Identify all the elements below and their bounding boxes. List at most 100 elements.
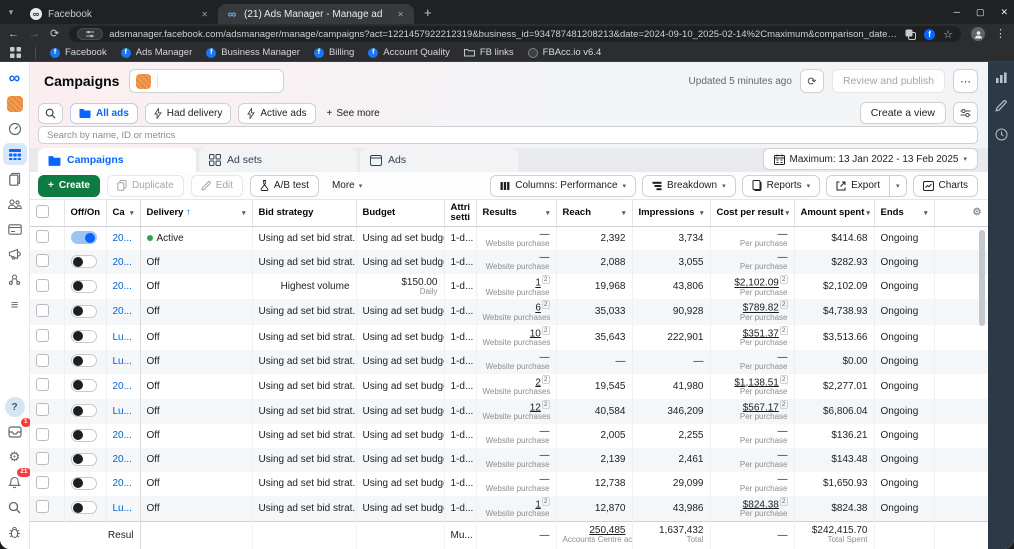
meta-logo[interactable]: ∞ [3, 68, 27, 90]
row-checkbox[interactable] [36, 254, 49, 268]
tab-ad-sets[interactable]: Ad sets [199, 148, 357, 172]
bookmark-star-icon[interactable]: ☆ [943, 28, 953, 41]
forward-button[interactable]: → [29, 28, 40, 40]
campaign-name-link[interactable]: 20... [113, 478, 132, 489]
columns-button[interactable]: Columns: Performance ▾ [490, 174, 637, 197]
campaign-name-link[interactable]: Lu... [113, 503, 132, 514]
col-ends[interactable]: Ends ▾ [874, 200, 935, 227]
col-reach[interactable]: Reach ▾ [556, 200, 633, 227]
metric-link[interactable]: $2,102.09 [734, 278, 779, 289]
campaign-name-link[interactable]: Lu... [113, 356, 132, 367]
campaign-name-link[interactable]: 20... [113, 257, 132, 268]
col-delivery[interactable]: Delivery ↑ ▾ [140, 200, 253, 227]
reload-button[interactable]: ⟳ [50, 28, 59, 40]
view-settings-button[interactable] [953, 102, 978, 124]
campaign-name-link[interactable]: 20... [113, 233, 132, 244]
bookmark-business-manager[interactable]: f Business Manager [206, 47, 300, 58]
close-button[interactable]: ✕ [1000, 7, 1008, 18]
minimize-button[interactable]: ─ [954, 7, 960, 17]
sidebar-item-inbox[interactable]: 1 [3, 418, 31, 443]
campaign-toggle[interactable] [70, 354, 97, 368]
campaign-toggle[interactable] [70, 279, 97, 293]
row-checkbox[interactable] [36, 329, 49, 343]
more-button[interactable]: More ▾ [326, 180, 368, 191]
tab-ads[interactable]: Ads [360, 148, 518, 172]
tab-search-chevron-icon[interactable]: ▾ [0, 7, 22, 24]
facebook-extension-icon[interactable]: f [924, 28, 936, 40]
account-avatar[interactable] [3, 93, 27, 115]
filter-chip-active-ads[interactable]: Active ads [238, 102, 316, 124]
campaign-toggle[interactable] [70, 428, 97, 442]
row-checkbox[interactable] [36, 403, 49, 417]
row-checkbox[interactable] [36, 303, 49, 317]
sidebar-item-notifications[interactable]: 21 [3, 468, 31, 493]
address-bar[interactable]: adsmanager.facebook.com/adsmanager/manag… [69, 26, 961, 42]
row-checkbox[interactable] [36, 378, 49, 392]
col-campaign[interactable]: Ca ▾ [106, 200, 141, 227]
vertical-scrollbar[interactable] [979, 230, 985, 326]
edit-pencil-icon[interactable] [995, 100, 1007, 112]
edit-button[interactable]: Edit [190, 174, 243, 197]
sidebar-item-all-tools[interactable]: ≡ [3, 293, 27, 315]
performance-chart-icon[interactable] [995, 72, 1008, 84]
tab-campaigns[interactable]: Campaigns [38, 148, 196, 172]
campaign-toggle[interactable] [70, 501, 97, 515]
campaign-toggle[interactable] [70, 304, 97, 318]
translate-icon[interactable] [905, 29, 917, 40]
bookmark-ads-manager[interactable]: f Ads Manager [120, 47, 192, 58]
campaign-toggle[interactable] [70, 452, 97, 466]
select-all-checkbox[interactable] [36, 204, 49, 218]
more-options-button[interactable]: ⋯ [953, 69, 978, 93]
reports-button[interactable]: Reports ▾ [741, 174, 821, 197]
sidebar-item-billing[interactable] [3, 218, 27, 240]
campaign-name-link[interactable]: 20... [113, 306, 132, 317]
campaign-toggle[interactable] [70, 404, 97, 418]
bookmark-facebook[interactable]: f Facebook [50, 47, 107, 58]
back-button[interactable]: ← [8, 28, 19, 40]
sidebar-item-search[interactable] [3, 496, 27, 518]
campaign-name-link[interactable]: 20... [113, 381, 132, 392]
browser-tab-ads-manager[interactable]: ∞ (21) Ads Manager - Manage ad ✕ [218, 4, 414, 24]
sidebar-item-advertise[interactable] [3, 243, 27, 265]
bookmark-fbacc[interactable]: FBAcc.io v6.4 [527, 47, 601, 58]
sidebar-item-account-overview[interactable] [3, 118, 27, 140]
create-button[interactable]: + Create [38, 174, 100, 197]
refresh-button[interactable]: ⟳ [799, 69, 824, 93]
see-more-button[interactable]: + See more [323, 108, 384, 119]
browser-menu-icon[interactable]: ⋮ [995, 28, 1006, 40]
campaign-toggle[interactable] [70, 476, 97, 490]
sidebar-item-ads-reporting[interactable] [3, 168, 27, 190]
export-options-button[interactable]: ▾ [890, 174, 907, 197]
metric-link[interactable]: 1 [535, 278, 541, 289]
sidebar-item-campaigns[interactable] [2, 143, 27, 165]
campaign-toggle[interactable] [70, 231, 97, 245]
search-filter-button[interactable] [38, 102, 63, 124]
sidebar-item-partners[interactable] [3, 268, 27, 290]
col-results[interactable]: Results ▾ [476, 200, 557, 227]
campaign-toggle[interactable] [70, 329, 97, 343]
campaign-toggle[interactable] [70, 378, 97, 392]
sidebar-item-help[interactable]: ? [3, 396, 27, 418]
duplicate-button[interactable]: Duplicate [106, 174, 184, 197]
col-impressions[interactable]: Impressions ▾ [632, 200, 711, 227]
campaign-toggle[interactable] [70, 255, 97, 269]
profile-avatar[interactable] [971, 27, 985, 41]
col-cost-per-result[interactable]: Cost per result ▾ [710, 200, 795, 227]
campaign-name-link[interactable]: Lu... [113, 332, 132, 343]
browser-tab-facebook[interactable]: ∞ Facebook ✕ [22, 4, 218, 24]
filter-chip-had-delivery[interactable]: Had delivery [144, 102, 232, 124]
row-checkbox[interactable] [36, 475, 49, 489]
export-button[interactable]: Export [826, 174, 891, 197]
sidebar-item-audiences[interactable] [3, 193, 27, 215]
search-input[interactable] [47, 129, 969, 141]
gear-icon[interactable]: ⚙ [973, 207, 982, 218]
new-tab-button[interactable]: + [414, 5, 442, 24]
history-clock-icon[interactable] [995, 128, 1008, 141]
bookmark-billing[interactable]: f Billing [313, 47, 354, 58]
bookmark-account-quality[interactable]: f Account Quality [368, 47, 450, 58]
row-checkbox[interactable] [36, 500, 49, 514]
tab-close-icon[interactable]: ✕ [199, 8, 210, 21]
col-budget[interactable]: Budget [356, 200, 445, 227]
row-checkbox[interactable] [36, 451, 49, 465]
breakdown-button[interactable]: Breakdown ▾ [642, 174, 736, 197]
